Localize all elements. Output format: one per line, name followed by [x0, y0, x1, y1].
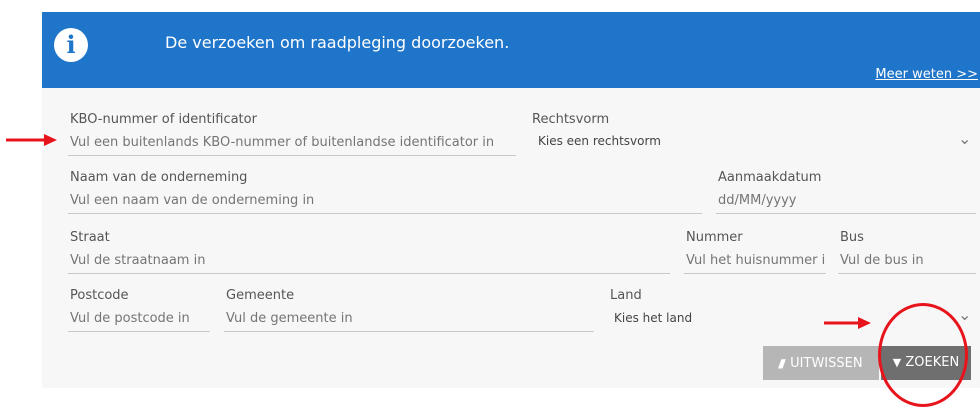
clear-button[interactable]: ▮ UITWISSEN: [763, 346, 879, 380]
rechtsvorm-select[interactable]: Kies een rechtsvorm: [538, 134, 661, 148]
banner-text: De verzoeken om raadpleging doorzoeken.: [165, 33, 510, 52]
gemeente-label: Gemeente: [226, 288, 295, 303]
straat-label: Straat: [70, 230, 110, 245]
kbo-label: KBO-nummer of identificator: [70, 112, 257, 127]
bus-input[interactable]: [838, 248, 976, 274]
more-info-link[interactable]: Meer weten >>: [875, 67, 978, 82]
nummer-label: Nummer: [686, 230, 743, 245]
naam-input[interactable]: [68, 188, 702, 214]
annotation-circle: [878, 303, 968, 407]
postcode-input[interactable]: [68, 306, 210, 332]
annotation-arrow-icon: [824, 317, 871, 329]
info-banner: i De verzoeken om raadpleging doorzoeken…: [42, 12, 980, 88]
naam-label: Naam van de onderneming: [70, 170, 248, 185]
annotation-arrow-icon: [6, 134, 57, 146]
gemeente-input[interactable]: [224, 306, 594, 332]
aanmaakdatum-label: Aanmaakdatum: [718, 170, 822, 185]
aanmaakdatum-input[interactable]: [716, 188, 976, 214]
land-label: Land: [610, 288, 642, 303]
chevron-down-icon[interactable]: ⌄: [958, 305, 971, 324]
rechtsvorm-label: Rechtsvorm: [532, 112, 610, 127]
chevron-down-icon[interactable]: ⌄: [958, 129, 971, 148]
straat-input[interactable]: [68, 248, 670, 274]
clear-button-label: UITWISSEN: [790, 356, 863, 371]
postcode-label: Postcode: [70, 288, 129, 303]
kbo-input[interactable]: [68, 130, 516, 156]
bus-label: Bus: [840, 230, 864, 245]
land-select[interactable]: Kies het land: [614, 311, 692, 325]
info-icon: i: [54, 28, 88, 62]
nummer-input[interactable]: [684, 248, 826, 274]
